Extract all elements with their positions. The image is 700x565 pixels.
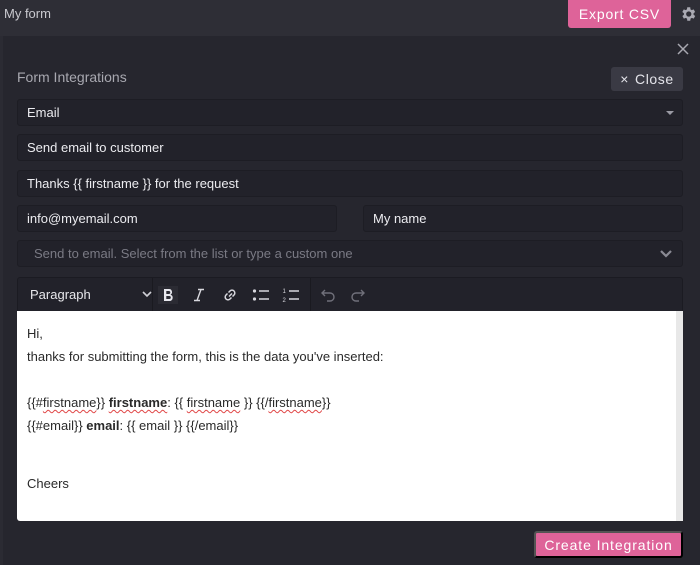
email-value-tag: : {{ email }} {{/email}} [119, 418, 239, 433]
svg-text:1: 1 [283, 289, 287, 295]
editor-blank-line [27, 440, 673, 463]
block-format-dropdown[interactable]: Paragraph [30, 278, 152, 311]
toolbar-divider [310, 278, 311, 311]
chevron-down-icon [142, 291, 152, 298]
chevron-down-icon [660, 250, 672, 258]
firstname-open-tag: {{#firstname}} [27, 395, 106, 410]
redo-button[interactable] [348, 286, 368, 304]
firstname-value-tag: : {{ firstname }} [167, 395, 257, 410]
form-title: My form [4, 6, 51, 21]
editor-line-firstname: {{#firstname}} firstname: {{ firstname }… [27, 394, 673, 417]
editor-line: Cheers [27, 476, 69, 491]
x-icon: × [620, 71, 629, 87]
editor-blank-line [27, 463, 673, 475]
email-label: email [86, 418, 120, 433]
italic-button[interactable] [189, 286, 209, 304]
close-button[interactable]: × Close [611, 67, 683, 91]
integration-type-value: Email [27, 105, 60, 120]
firstname-close-tag: {{/firstname}} [256, 395, 331, 410]
editor-line: Hi, [27, 326, 43, 341]
bullet-list-button[interactable] [251, 286, 271, 304]
editor-line: thanks for submitting the form, this is … [27, 349, 384, 364]
bullet-list-icon [252, 289, 269, 301]
undo-button[interactable] [318, 286, 338, 304]
caret-down-icon [666, 111, 674, 115]
firstname-label: firstname [108, 395, 168, 410]
numbered-list-icon: 12 [283, 289, 299, 303]
integration-type-select[interactable]: Email [17, 99, 683, 126]
undo-icon [321, 289, 335, 302]
export-csv-button[interactable]: Export CSV [568, 0, 671, 28]
numbered-list-button[interactable]: 12 [281, 286, 301, 304]
bold-button[interactable] [158, 286, 178, 304]
bold-icon [164, 289, 173, 301]
editor-scrollbar[interactable] [676, 311, 683, 521]
svg-text:2: 2 [283, 298, 287, 303]
create-integration-button[interactable]: Create Integration [534, 531, 683, 558]
toolbar-divider [152, 278, 153, 311]
editor-blank-line [27, 371, 673, 394]
from-name-input[interactable]: My name [363, 205, 683, 232]
email-body-editor[interactable]: Hi, thanks for submitting the form, this… [17, 311, 683, 521]
section-title: Form Integrations [17, 69, 127, 85]
email-subject-input[interactable]: Thanks {{ firstname }} for the request [17, 170, 683, 197]
block-format-label: Paragraph [30, 287, 91, 302]
from-email-input[interactable]: info@myemail.com [17, 205, 337, 232]
gear-icon[interactable] [679, 5, 697, 23]
top-bar: My form Export CSV [0, 0, 700, 36]
close-icon[interactable] [676, 42, 690, 56]
integration-name-input[interactable]: Send email to customer [17, 134, 683, 161]
link-icon [224, 289, 236, 301]
italic-icon [194, 288, 204, 302]
editor-line-email: {{#email}} email: {{ email }} {{/email}} [27, 417, 673, 440]
send-to-email-select[interactable]: Send to email. Select from the list or t… [17, 240, 683, 267]
link-button[interactable] [220, 286, 240, 304]
editor-toolbar: Paragraph 12 [17, 277, 683, 311]
send-to-placeholder: Send to email. Select from the list or t… [34, 246, 353, 261]
redo-icon [351, 289, 365, 302]
email-open-tag: {{#email}} [27, 418, 87, 433]
close-button-label: Close [634, 71, 674, 87]
